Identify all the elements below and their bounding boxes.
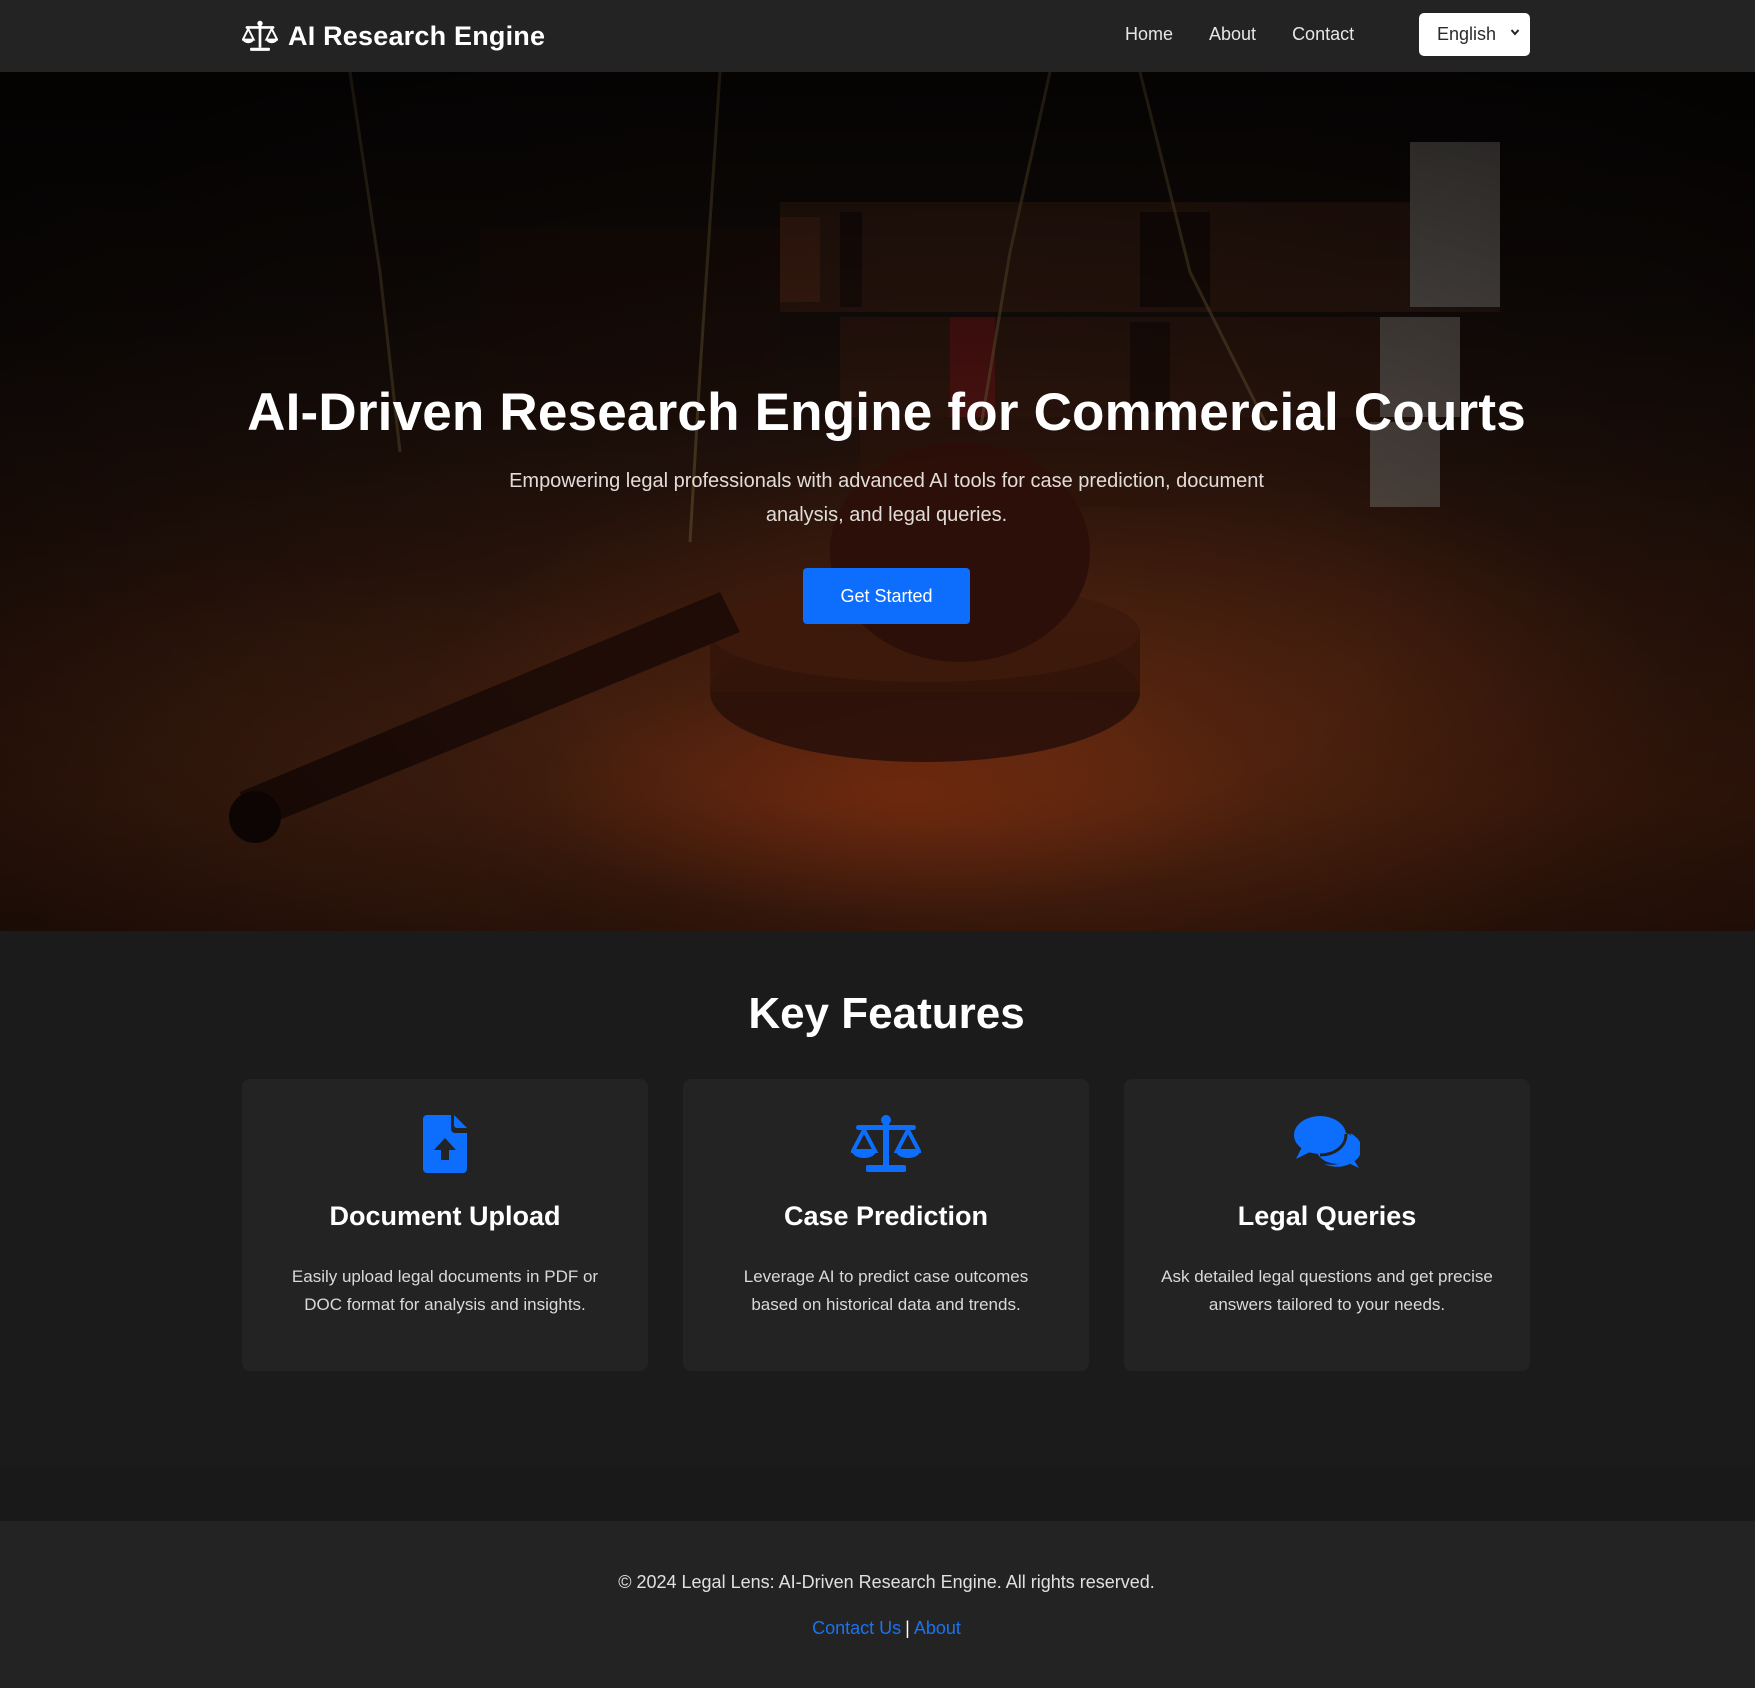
- nav-links: Home About Contact: [1125, 24, 1354, 45]
- footer-link-contact-us[interactable]: Contact Us: [812, 1618, 901, 1638]
- footer-copyright: © 2024 Legal Lens: AI-Driven Research En…: [618, 1572, 1155, 1592]
- features-section: Key Features Document Upload Easily uplo…: [0, 931, 1755, 1465]
- footer-divider-band: [0, 1465, 1755, 1521]
- file-upload-icon: [423, 1115, 467, 1173]
- language-select-value: English: [1437, 24, 1497, 44]
- nav-link-home[interactable]: Home: [1125, 24, 1173, 45]
- comments-icon: [1294, 1116, 1360, 1168]
- brand-name: AI Research Engine: [288, 20, 546, 51]
- hero-section: AI-Driven Research Engine for Commercial…: [0, 72, 1755, 931]
- footer: © 2024 Legal Lens: AI-Driven Research En…: [0, 1521, 1755, 1688]
- hero-content: AI-Driven Research Engine for Commercial…: [0, 72, 1755, 931]
- brand-link[interactable]: AI Research Engine: [242, 18, 545, 54]
- feature-card-title: Legal Queries: [1237, 1201, 1417, 1231]
- footer-links: Contact Us | About: [0, 1618, 1755, 1639]
- footer-link-about[interactable]: About: [914, 1618, 961, 1638]
- feature-card-description: Ask detailed legal questions and get pre…: [1161, 1267, 1493, 1314]
- feature-card-legal-queries: Legal Queries Ask detailed legal questio…: [1124, 1079, 1530, 1371]
- chevron-down-icon: [1510, 29, 1520, 36]
- language-select[interactable]: English: [1419, 13, 1530, 56]
- hero-title: AI-Driven Research Engine for Commercial…: [247, 383, 1526, 442]
- nav-link-contact[interactable]: Contact: [1292, 24, 1354, 45]
- feature-card-case-prediction: Case Prediction Leverage AI to predict c…: [683, 1079, 1089, 1371]
- footer-link-separator: |: [905, 1618, 910, 1638]
- hero-subtitle: Empowering legal professionals with adva…: [509, 470, 1264, 526]
- feature-card-description: Easily upload legal documents in PDF or …: [291, 1267, 599, 1314]
- navbar: AI Research Engine Home About Contact En…: [0, 0, 1755, 72]
- scale-balance-icon: [851, 1115, 921, 1172]
- feature-card-title: Case Prediction: [783, 1201, 989, 1231]
- feature-card-title: Document Upload: [329, 1201, 561, 1231]
- feature-card-document-upload: Document Upload Easily upload legal docu…: [242, 1079, 648, 1371]
- feature-card-description: Leverage AI to predict case outcomes bas…: [743, 1267, 1029, 1314]
- get-started-button[interactable]: Get Started: [803, 568, 970, 624]
- features-title: Key Features: [748, 989, 1025, 1038]
- nav-link-about[interactable]: About: [1209, 24, 1256, 45]
- scale-balance-icon: [242, 20, 278, 51]
